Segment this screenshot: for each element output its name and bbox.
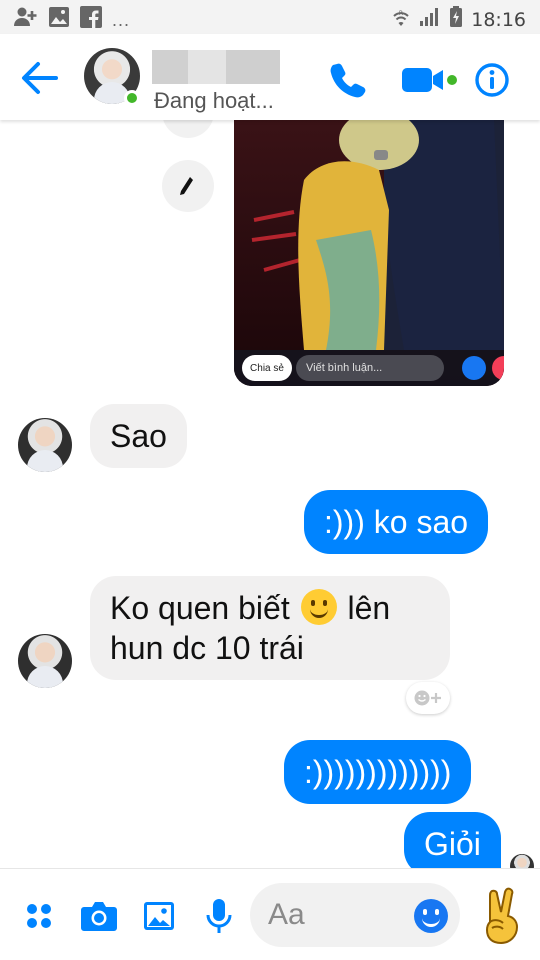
sender-avatar[interactable] [18, 418, 72, 472]
emoji-picker-button[interactable] [414, 899, 448, 933]
signal-icon [419, 6, 441, 34]
edit-button[interactable] [162, 160, 214, 212]
message-thread[interactable]: Chia sẻ Viết bình luận... Sao :))) ko sa… [0, 120, 540, 868]
facebook-icon [80, 6, 102, 34]
voice-message-button[interactable] [198, 895, 240, 937]
write-comment-field[interactable]: Viết bình luận... [296, 355, 444, 381]
slightly-smiling-face-icon [300, 589, 337, 625]
add-reaction-button[interactable] [406, 682, 450, 714]
back-arrow-icon [22, 62, 58, 94]
message-input-field[interactable] [250, 883, 460, 947]
more-notifications-indicator: ... [112, 9, 131, 30]
quick-reaction-button[interactable] [480, 887, 530, 945]
conversation-info-button[interactable] [472, 58, 512, 102]
camera-icon [81, 902, 117, 931]
microphone-icon [206, 899, 232, 933]
shared-video-attachment[interactable]: Chia sẻ Viết bình luận... [234, 120, 504, 386]
battery-icon [449, 6, 463, 34]
message-incoming[interactable]: Ko quen biết lên hun dc 10 trái [90, 576, 450, 680]
video-call-button[interactable] [398, 58, 460, 102]
message-outgoing[interactable]: :))))))))))))) [284, 740, 472, 804]
message-incoming[interactable]: Sao [90, 404, 187, 468]
victory-hand-icon [485, 887, 519, 945]
share-post-button[interactable]: Chia sẻ [242, 355, 292, 381]
image-icon [48, 6, 70, 34]
sender-avatar[interactable] [18, 634, 72, 688]
status-bar-system: R 18:16 [391, 6, 526, 34]
add-reaction-icon [414, 690, 441, 706]
message-outgoing[interactable]: Giỏi [404, 812, 501, 868]
video-thumbnail [234, 120, 504, 386]
message-text: lên [347, 590, 391, 626]
status-bar: ... R 18:16 [0, 0, 540, 34]
conversation-header: Đang hoạt... [0, 34, 540, 120]
presence-status: Đang hoạt... [154, 88, 274, 113]
add-contact-icon [14, 6, 38, 34]
love-icon[interactable] [492, 356, 504, 380]
back-button[interactable] [18, 56, 62, 100]
svg-text:R: R [399, 10, 403, 17]
more-actions-button[interactable] [18, 895, 60, 937]
more-dots-icon [27, 904, 51, 928]
message-composer [0, 868, 540, 960]
phone-icon [330, 63, 366, 98]
contact-name-redacted[interactable] [152, 50, 280, 84]
message-outgoing[interactable]: :))) ko sao [304, 490, 489, 554]
status-bar-notifications: ... [14, 6, 130, 34]
message-text: Ko quen biết [110, 590, 290, 626]
info-icon [475, 63, 509, 97]
share-button[interactable] [162, 120, 214, 138]
clock: 18:16 [471, 9, 526, 31]
gallery-button[interactable] [138, 895, 180, 937]
message-text: hun dc 10 trái [110, 630, 304, 666]
voice-call-button[interactable] [326, 58, 370, 102]
camera-button[interactable] [78, 895, 120, 937]
video-camera-icon [402, 68, 457, 92]
online-status-dot [124, 90, 140, 106]
message-input[interactable] [268, 897, 398, 933]
seen-by-avatar [510, 854, 534, 868]
like-icon[interactable] [462, 356, 486, 380]
gallery-icon [144, 902, 174, 930]
pencil-icon [180, 177, 193, 195]
video-action-bar: Chia sẻ Viết bình luận... [234, 350, 504, 386]
messenger-conversation-screen: ... R 18:16 Đang hoạt... Chia sẻ Viết bì… [0, 0, 540, 960]
wifi-icon: R [391, 6, 411, 34]
